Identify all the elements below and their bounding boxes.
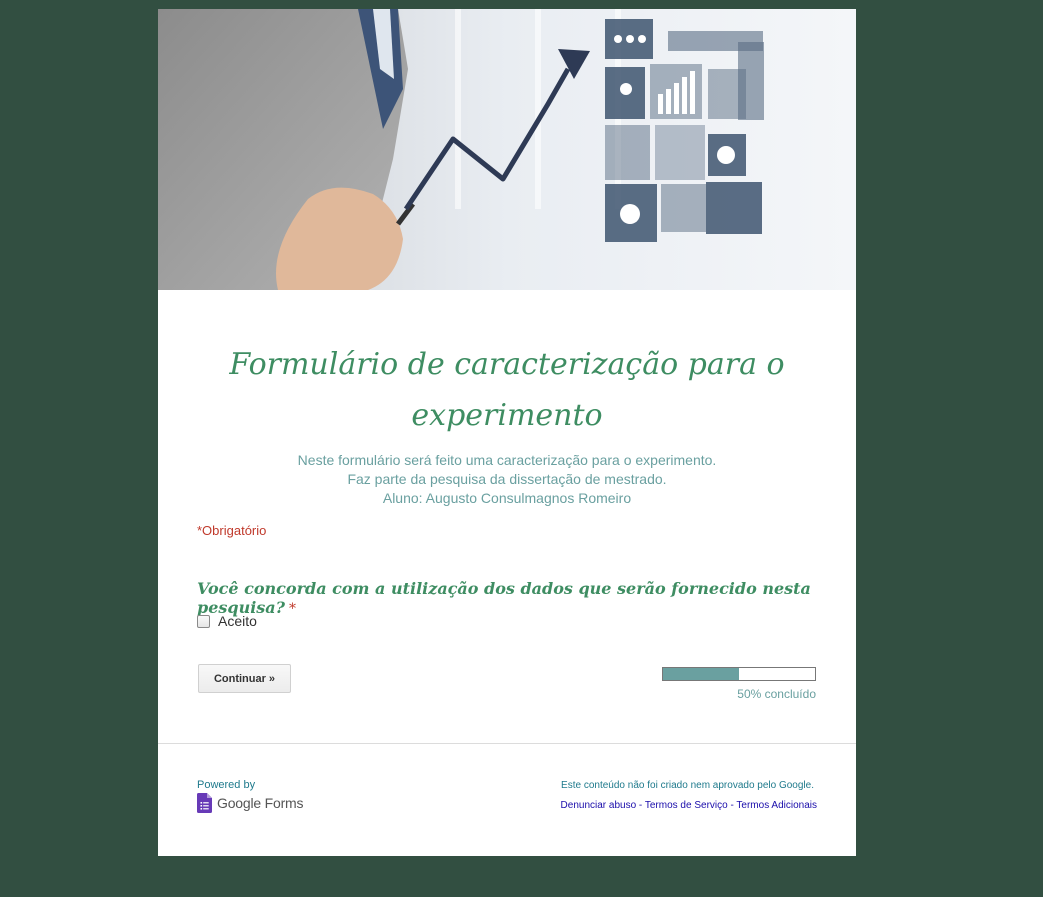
required-asterisk: * xyxy=(289,601,297,617)
form-card: Formulário de caracterização para o expe… xyxy=(158,9,856,856)
progress-label: 50% concluído xyxy=(737,687,816,701)
footer-divider xyxy=(158,743,856,744)
continue-button[interactable]: Continuar » xyxy=(198,664,291,693)
powered-by-label: Powered by xyxy=(197,779,256,791)
option-aceito[interactable]: Aceito xyxy=(197,613,257,629)
option-label: Aceito xyxy=(218,613,257,629)
google-forms-wordmark: Google Forms xyxy=(217,795,304,811)
description-line: Faz parte da pesquisa da dissertação de … xyxy=(347,471,667,487)
question-title: Você concorda com a utilização dos dados… xyxy=(197,579,817,617)
google-forms-icon xyxy=(197,793,212,813)
additional-terms-link[interactable]: Termos Adicionais xyxy=(736,800,817,811)
form-description: Neste formulário será feito uma caracter… xyxy=(198,451,816,508)
progress-bar xyxy=(662,667,816,681)
link-separator: - xyxy=(636,800,645,811)
required-note: *Obrigatório xyxy=(197,523,267,538)
aceito-checkbox[interactable] xyxy=(197,614,210,628)
google-forms-logo[interactable]: Google Forms xyxy=(197,793,303,813)
form-title: Formulário de caracterização para o expe… xyxy=(229,347,785,433)
progress-bar-fill xyxy=(663,668,739,680)
header-banner-image xyxy=(158,9,856,290)
terms-of-service-link[interactable]: Termos de Serviço xyxy=(645,800,728,811)
description-line: Neste formulário será feito uma caracter… xyxy=(297,452,717,468)
footer-links: Denunciar abuso - Termos de Serviço - Te… xyxy=(488,800,817,811)
google-disclaimer: Este conteúdo não foi criado nem aprovad… xyxy=(561,780,814,791)
description-line: Aluno: Augusto Consulmagnos Romeiro xyxy=(382,490,632,506)
report-abuse-link[interactable]: Denunciar abuso xyxy=(561,800,637,811)
